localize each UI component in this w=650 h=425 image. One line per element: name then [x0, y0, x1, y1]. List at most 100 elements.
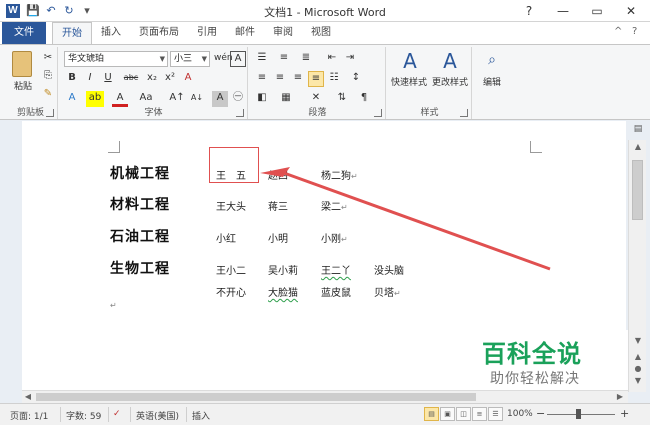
line-spacing-icon[interactable]: ↕ — [348, 71, 364, 87]
font-size-combo[interactable]: 小三 ▼ — [170, 51, 210, 67]
font-size-value: 小三 — [174, 54, 193, 64]
zoom-level[interactable]: 100% — [507, 409, 533, 419]
tab-review[interactable]: 审阅 — [266, 22, 300, 44]
help-button[interactable]: ? — [512, 1, 546, 21]
close-button[interactable]: ✕ — [614, 1, 648, 21]
format-painter-icon[interactable]: ✎ — [40, 87, 56, 103]
tab-view[interactable]: 视图 — [304, 22, 338, 44]
h-scroll-thumb[interactable] — [36, 393, 476, 401]
page-count[interactable]: 页面: 1/1 — [10, 409, 48, 422]
zoom-slider[interactable] — [547, 414, 615, 415]
binoculars-icon[interactable]: ⌕ — [482, 49, 502, 71]
minimize-button[interactable]: — — [546, 1, 580, 21]
editing-group: ⌕ 编辑 — [474, 47, 510, 119]
superscript-icon[interactable]: x² — [162, 71, 178, 87]
scroll-left-icon[interactable]: ◀ — [22, 392, 34, 401]
justify-icon[interactable]: ≡ — [308, 71, 324, 87]
web-layout-view-icon[interactable]: ◫ — [456, 407, 471, 421]
previous-page-icon[interactable]: ▲ — [629, 352, 647, 361]
font-group-label: 字体 — [144, 108, 163, 118]
change-styles-icon[interactable]: A — [438, 49, 462, 73]
status-bar: 页面: 1/1 字数: 59 ✓ 英语(美国) 插入 ▤ ▣ ◫ ≡ ☰ 100… — [0, 403, 650, 425]
word-count[interactable]: 字数: 59 — [66, 409, 101, 422]
bold-icon[interactable]: B — [64, 71, 80, 87]
styles-launcher-icon[interactable] — [460, 109, 468, 117]
font-name-value: 华文琥珀 — [68, 54, 105, 64]
clear-formatting-icon[interactable]: A — [180, 71, 196, 87]
styles-group: A 快速样式 A 更改样式 样式 — [388, 47, 472, 119]
tab-home[interactable]: 开始 — [52, 22, 92, 44]
font-group: 华文琥珀 ▼ 小三 ▼ wén A B I U abc x₂ x² A A ab… — [60, 47, 248, 119]
vertical-scrollbar[interactable]: ▲ ▼ ▲ ● ▼ — [628, 140, 646, 392]
numbering-icon[interactable]: ≡ — [276, 51, 292, 67]
ribbon: 粘贴 ✂ ⎘ ✎ 剪贴板 华文琥珀 ▼ 小三 ▼ wén A B I U abc… — [0, 44, 650, 120]
status-divider — [186, 407, 187, 422]
distributed-icon[interactable]: ☷ — [326, 71, 342, 87]
paragraph-launcher-icon[interactable] — [374, 109, 382, 117]
font-launcher-icon[interactable] — [236, 109, 244, 117]
copy-icon[interactable]: ⎘ — [40, 69, 56, 85]
quick-styles-button[interactable]: 快速样式 — [388, 75, 430, 88]
ribbon-tab-row: 文件 开始 插入 页面布局 引用 邮件 审阅 视图 ^ ? — [0, 22, 650, 44]
align-left-icon[interactable]: ≡ — [254, 71, 270, 87]
italic-icon[interactable]: I — [82, 71, 98, 87]
full-screen-view-icon[interactable]: ▣ — [440, 407, 455, 421]
increase-indent-icon[interactable]: ⇥ — [342, 51, 358, 67]
change-styles-button[interactable]: 更改样式 — [428, 75, 472, 88]
print-layout-view-icon[interactable]: ▤ — [424, 407, 439, 421]
zoom-out-icon[interactable]: − — [536, 407, 545, 420]
tab-insert[interactable]: 插入 — [94, 22, 128, 44]
tab-mailings[interactable]: 邮件 — [228, 22, 262, 44]
tab-file[interactable]: 文件 — [2, 22, 46, 44]
paste-button[interactable]: 粘贴 — [6, 79, 40, 92]
character-border-icon[interactable]: A — [230, 51, 246, 67]
zoom-slider-thumb[interactable] — [576, 409, 581, 419]
watermark-logo: 百科全说 助你轻松解决 — [462, 330, 628, 390]
paste-icon[interactable] — [12, 51, 32, 77]
clipboard-launcher-icon[interactable] — [46, 109, 54, 117]
watermark-title: 百科全说 — [482, 340, 582, 368]
language-indicator[interactable]: 英语(美国) — [136, 409, 179, 422]
proofing-icon[interactable]: ✓ — [113, 409, 121, 419]
clipboard-group: 粘贴 ✂ ⎘ ✎ 剪贴板 — [4, 47, 58, 119]
scroll-thumb[interactable] — [632, 160, 643, 220]
strikethrough-icon[interactable]: abc — [120, 71, 142, 87]
phonetic-guide-icon[interactable]: wén — [214, 51, 233, 67]
chevron-down-icon[interactable]: ▼ — [160, 52, 165, 66]
tab-page-layout[interactable]: 页面布局 — [132, 22, 186, 44]
horizontal-scrollbar[interactable]: ◀ ▶ — [22, 390, 628, 403]
styles-group-label: 样式 — [420, 108, 439, 118]
font-name-combo[interactable]: 华文琥珀 ▼ — [64, 51, 168, 67]
restore-button[interactable]: ▭ — [580, 1, 614, 21]
chevron-down-icon[interactable]: ▼ — [202, 52, 207, 66]
align-center-icon[interactable]: ≡ — [272, 71, 288, 87]
scroll-down-icon[interactable]: ▼ — [629, 336, 647, 345]
zoom-in-icon[interactable]: + — [620, 407, 629, 420]
status-divider — [130, 407, 131, 422]
multilevel-list-icon[interactable]: ≣ — [298, 51, 314, 67]
paragraph-group-label: 段落 — [308, 108, 327, 118]
watermark-subtitle: 助你轻松解决 — [490, 371, 580, 387]
next-page-icon[interactable]: ▼ — [629, 376, 647, 385]
outline-view-icon[interactable]: ≡ — [472, 407, 487, 421]
help-icon[interactable]: ? — [632, 26, 637, 37]
bullets-icon[interactable]: ☰ — [254, 51, 270, 67]
status-divider — [108, 407, 109, 422]
scroll-up-icon[interactable]: ▲ — [629, 142, 647, 151]
insert-mode-indicator[interactable]: 插入 — [192, 409, 210, 422]
tab-references[interactable]: 引用 — [190, 22, 224, 44]
decrease-indent-icon[interactable]: ⇤ — [324, 51, 340, 67]
browse-object-icon[interactable]: ● — [629, 364, 647, 373]
editing-button[interactable]: 编辑 — [474, 75, 510, 88]
collapse-ribbon-icon[interactable]: ^ — [614, 26, 622, 37]
align-right-icon[interactable]: ≡ — [290, 71, 306, 87]
draft-view-icon[interactable]: ☰ — [488, 407, 503, 421]
ruler-toggle-icon[interactable]: ▤ — [632, 124, 644, 136]
scroll-right-icon[interactable]: ▶ — [614, 392, 626, 401]
title-bar: W 💾 ↶ ↻ ▾ 文档1 - Microsoft Word ? — ▭ ✕ — [0, 0, 650, 22]
underline-icon[interactable]: U — [100, 71, 116, 87]
subscript-icon[interactable]: x₂ — [144, 71, 160, 87]
quick-styles-icon[interactable]: A — [398, 49, 422, 73]
paragraph-group: ☰ ≡ ≣ ⇤ ⇥ ≡ ≡ ≡ ≡ ☷ ↕ ◧ ▦ ✕ ⇅ ¶ 段落 — [250, 47, 386, 119]
cut-icon[interactable]: ✂ — [40, 51, 56, 67]
